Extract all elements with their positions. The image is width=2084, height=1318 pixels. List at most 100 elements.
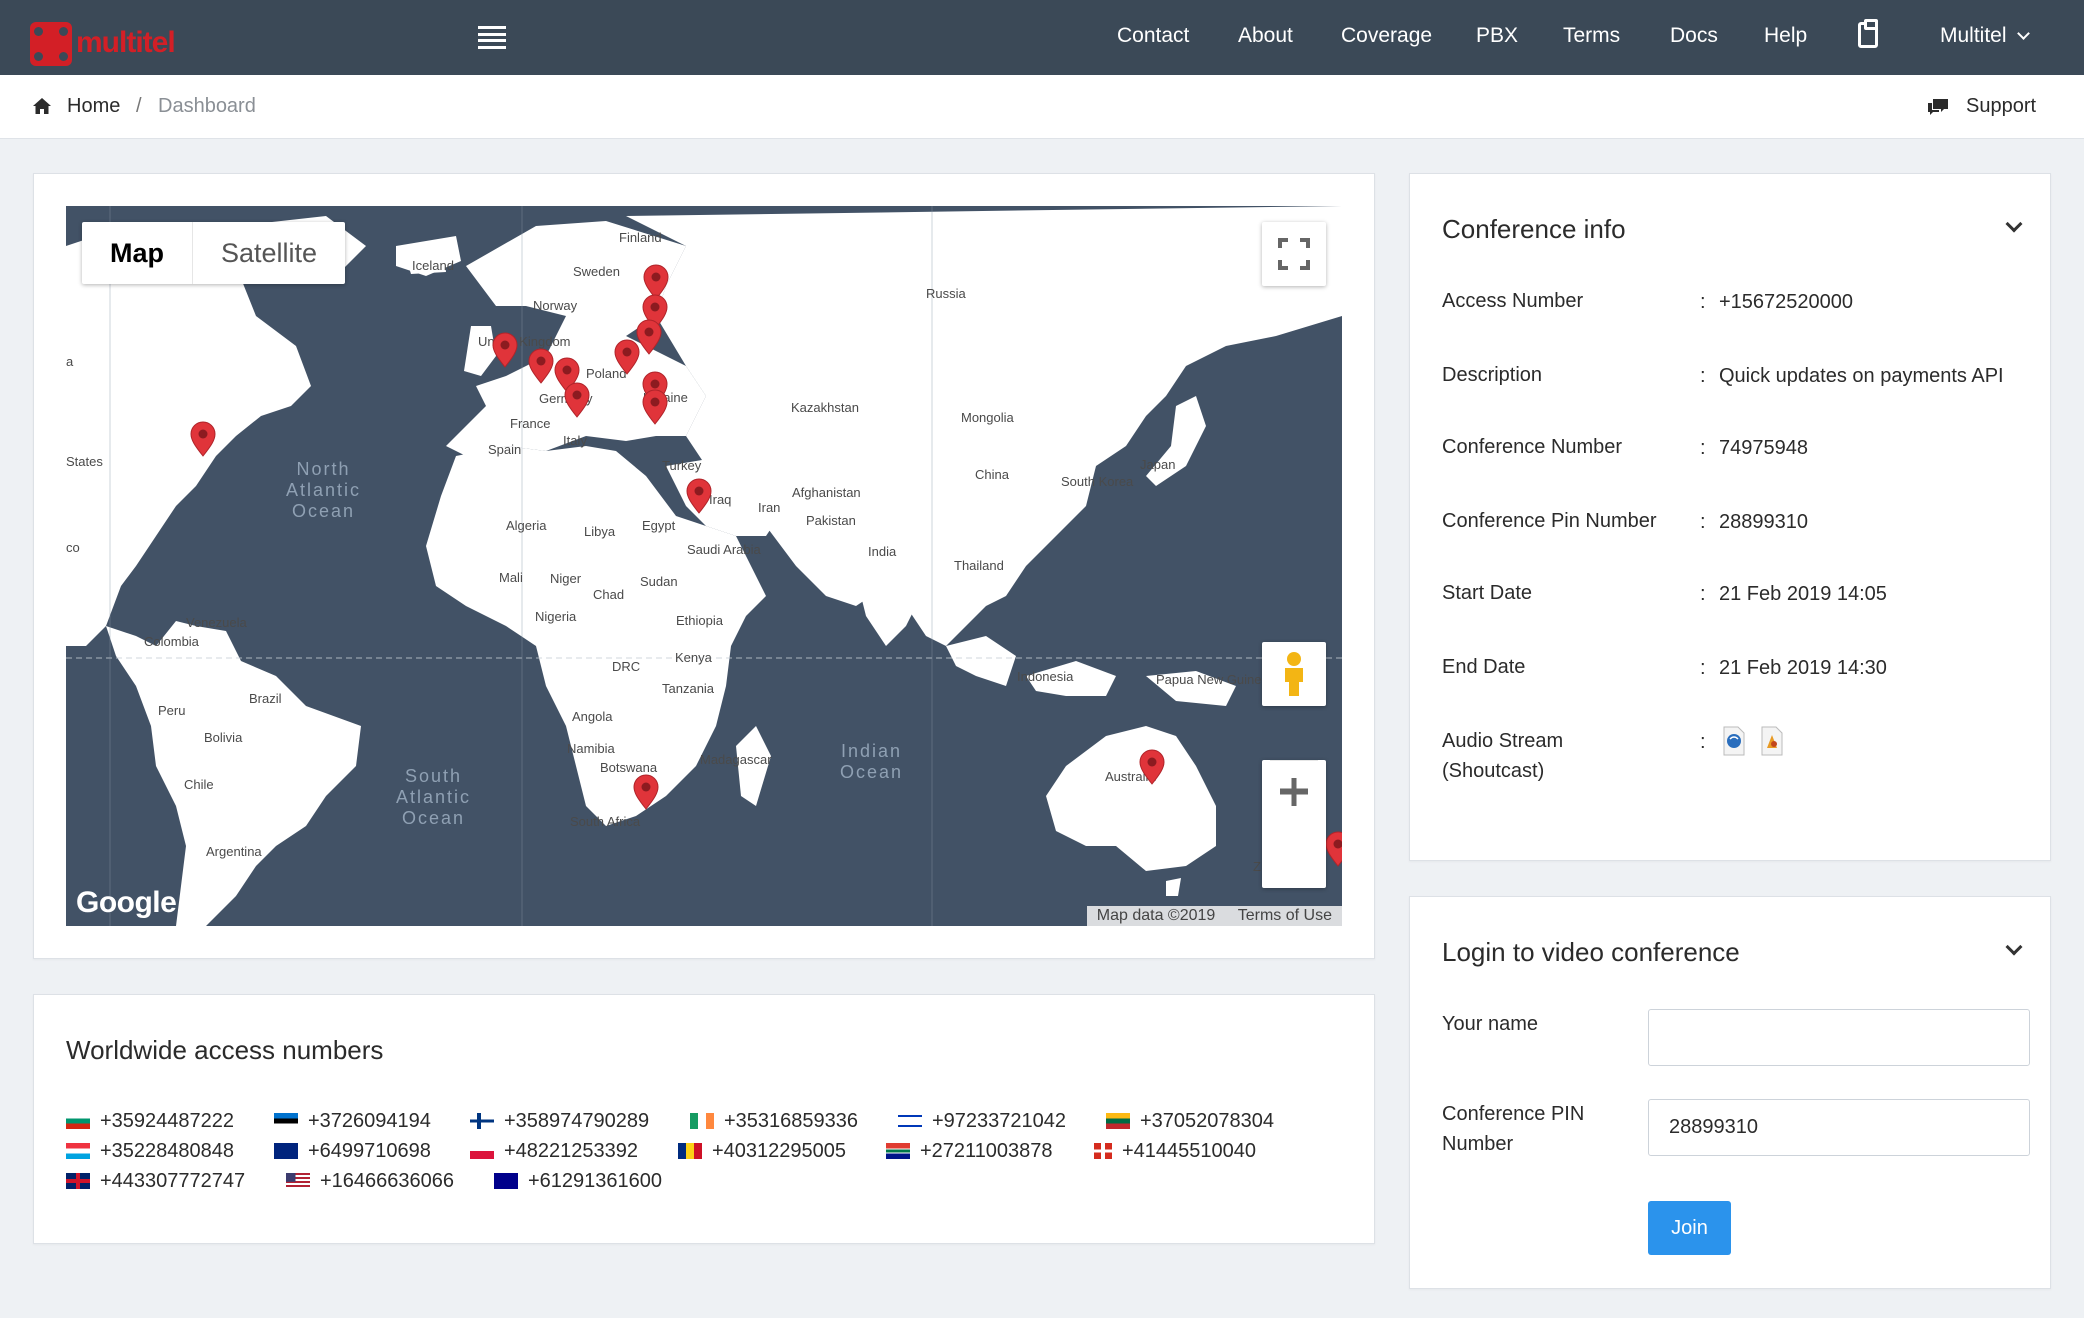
support-link[interactable]: Support (1966, 95, 2036, 118)
access-number-new-zealand[interactable]: +6499710698 (274, 1140, 431, 1163)
account-menu[interactable]: Multitel (1940, 24, 2030, 48)
map-label: France (510, 416, 551, 431)
clipboard-icon[interactable] (1858, 19, 1878, 48)
access-number-finland[interactable]: +358974790289 (470, 1110, 649, 1133)
info-colon: : (1700, 731, 1706, 753)
nav-coverage[interactable]: Coverage (1341, 24, 1432, 48)
israel-flag-icon (898, 1113, 922, 1129)
conference-pin-label: Conference PIN Number (1442, 1103, 1585, 1155)
access-number-bulgaria[interactable]: +35924487222 (66, 1110, 234, 1133)
nav-pbx[interactable]: PBX (1476, 24, 1518, 48)
map-type-satellite-button[interactable]: Satellite (193, 222, 345, 284)
info-colon: : (1700, 365, 1706, 387)
info-colon: : (1700, 291, 1706, 313)
access-number-poland[interactable]: +48221253392 (470, 1140, 638, 1163)
your-name-label: Your name (1442, 1013, 1538, 1035)
access-number-lithuania[interactable]: +37052078304 (1106, 1110, 1274, 1133)
access-numbers-title: Worldwide access numbers (66, 1035, 384, 1065)
map-data-text: Map data ©2019 (1096, 907, 1216, 924)
map-label: Libya (584, 524, 616, 539)
nav-terms[interactable]: Terms (1563, 24, 1620, 48)
access-number-south-africa[interactable]: +27211003878 (886, 1140, 1053, 1163)
conference-pin-input[interactable] (1648, 1099, 2030, 1156)
access-number-ireland[interactable]: +35316859336 (690, 1110, 858, 1133)
join-button[interactable]: Join (1648, 1201, 1731, 1255)
home-icon (33, 98, 51, 114)
world-map[interactable]: North Atlantic Ocean South Atlantic Ocean In… (66, 206, 1342, 926)
access-number-estonia[interactable]: +3726094194 (274, 1110, 431, 1133)
map-type-map-button[interactable]: Map (82, 222, 193, 284)
lithuania-flag-icon (1106, 1113, 1130, 1129)
your-name-input[interactable] (1648, 1009, 2030, 1066)
chat-icon[interactable] (1926, 96, 1950, 118)
access-number-united-kingdom[interactable]: +443307772747 (66, 1170, 245, 1193)
ocean-label: South Atlantic Ocean (396, 766, 472, 828)
map-label: Iraq (709, 492, 732, 507)
chevron-down-icon[interactable] (2005, 215, 2023, 233)
access-number-united-states[interactable]: +16466636066 (286, 1170, 454, 1193)
map-label: Egypt (642, 518, 676, 533)
chevron-down-icon (2016, 27, 2030, 40)
multitel-logo[interactable]: multitel (30, 22, 190, 66)
pegman-icon (1285, 652, 1303, 696)
map-label: Kazakhstan (791, 400, 859, 415)
info-label: Audio Stream (Shoutcast) (1442, 730, 1564, 782)
zoom-out-icon[interactable] (1262, 760, 1326, 823)
info-label: Conference Number (1442, 436, 1623, 458)
map-label: Iran (758, 500, 781, 515)
access-number-australia[interactable]: +61291361600 (494, 1170, 662, 1193)
zoom-control (1262, 760, 1326, 888)
map-label: Venezuela (186, 615, 247, 630)
access-number-israel[interactable]: +97233721042 (898, 1110, 1066, 1133)
map-label: Kenya (675, 650, 712, 665)
map-label: Mongolia (961, 410, 1014, 425)
ireland-flag-icon (690, 1113, 714, 1129)
access-number-luxembourg[interactable]: +35228480848 (66, 1140, 234, 1163)
map-label: Thailand (954, 558, 1004, 573)
info-label: End Date (1442, 656, 1526, 678)
audio-stream-file-icon[interactable] (1722, 726, 1746, 756)
map-label: United Kingdom (478, 334, 571, 349)
access-number-switzerland[interactable]: +41445510040 (1094, 1140, 1256, 1163)
map-label: DRC (612, 659, 641, 674)
map-label: Norway (533, 298, 578, 313)
map-label: South Africa (570, 814, 641, 829)
menu-toggle-icon[interactable] (478, 26, 506, 49)
map-type-control: Map Satellite (82, 222, 346, 284)
account-name: Multitel (1940, 24, 2007, 47)
map-label: Niger (550, 571, 582, 586)
audio-stream-player-icon[interactable] (1760, 726, 1784, 756)
conference-pin-value: 28899310 (1719, 511, 1808, 533)
info-label: Start Date (1442, 582, 1533, 604)
breadcrumb-home[interactable]: Home (67, 95, 120, 118)
map-label: Germany (539, 391, 593, 406)
map-label: Botswana (600, 760, 658, 775)
map-label: Afghanistan (792, 485, 861, 500)
map-label: Turkey (662, 458, 702, 473)
map-label: Namibia (567, 741, 615, 756)
map-label: Z (1253, 859, 1261, 874)
map-label: Saudi Arabia (687, 542, 761, 557)
conference-info-title: Conference info (1442, 214, 1626, 244)
map-label: Mali (499, 570, 523, 585)
street-view-pegman[interactable] (1262, 642, 1326, 706)
nav-help[interactable]: Help (1764, 24, 1807, 48)
nav-contact[interactable]: Contact (1117, 24, 1189, 48)
south-africa-flag-icon (886, 1143, 910, 1159)
united-kingdom-flag-icon (66, 1173, 90, 1189)
fullscreen-button[interactable] (1262, 222, 1326, 286)
chevron-down-icon[interactable] (2005, 938, 2023, 956)
breadcrumb: Home / Dashboard Support (0, 75, 2084, 139)
conference-number-value: 74975948 (1719, 437, 1808, 459)
australia-flag-icon (494, 1173, 518, 1189)
map-label: Brazil (249, 691, 282, 706)
bulgaria-flag-icon (66, 1113, 90, 1129)
terms-of-use-link[interactable]: Terms of Use (1238, 907, 1332, 924)
nav-about[interactable]: About (1238, 24, 1293, 48)
map-label: Algeria (506, 518, 547, 533)
map-label: Sudan (640, 574, 678, 589)
logo-mark-icon (30, 22, 72, 66)
access-number-romania[interactable]: +40312295005 (678, 1140, 846, 1163)
nav-docs[interactable]: Docs (1670, 24, 1718, 48)
map-label: Angola (572, 709, 613, 724)
